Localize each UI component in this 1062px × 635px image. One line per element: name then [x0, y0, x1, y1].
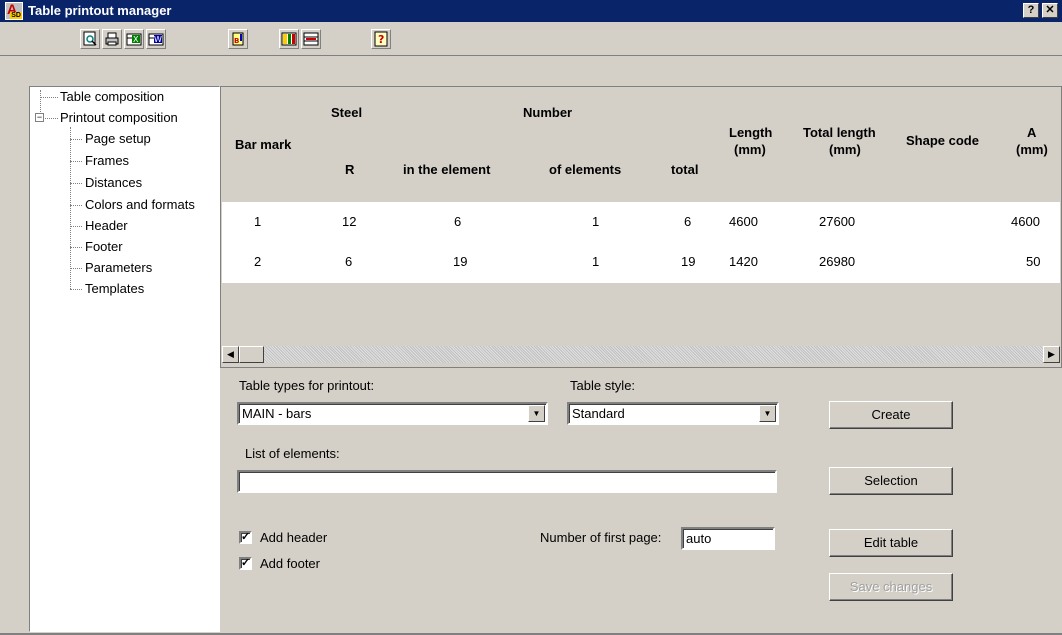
chevron-down-icon[interactable]: ▼: [528, 405, 545, 422]
selection-button[interactable]: Selection: [829, 467, 953, 495]
header-length: Length: [729, 125, 773, 140]
header-length-unit: (mm): [734, 142, 766, 157]
export-word-icon[interactable]: W: [146, 29, 166, 49]
tree-item-parameters[interactable]: Parameters: [85, 260, 152, 276]
navigation-tree[interactable]: Table composition − Printout composition…: [29, 86, 220, 632]
window-title: Table printout manager: [28, 3, 172, 18]
cell-bar-mark: 2: [254, 254, 262, 269]
tree-item-frames[interactable]: Frames: [85, 153, 129, 169]
cell-of-elements: 1: [592, 214, 600, 229]
table-row[interactable]: 1 12 6 1 6 4600 27600 4600: [222, 214, 1060, 234]
cell-a: 4600: [1011, 214, 1040, 229]
cell-in-element: 19: [453, 254, 468, 269]
header-a: A: [1027, 125, 1037, 140]
add-footer-checkbox[interactable]: ✓: [239, 557, 252, 570]
header-total: total: [671, 162, 699, 177]
print-preview-icon[interactable]: [80, 29, 100, 49]
table-types-label: Table types for printout:: [239, 378, 375, 393]
header-in-element: in the element: [403, 162, 491, 177]
cell-bar-mark: 1: [254, 214, 262, 229]
add-footer-label: Add footer: [260, 556, 320, 571]
cell-a: 50: [1026, 254, 1041, 269]
scroll-right-icon[interactable]: ▶: [1043, 346, 1060, 363]
export-excel-icon[interactable]: X: [124, 29, 144, 49]
cell-total-length: 26980: [819, 254, 856, 269]
save-changes-button[interactable]: Save changes: [829, 573, 953, 601]
tree-item-footer[interactable]: Footer: [85, 239, 123, 255]
tree-item-header[interactable]: Header: [85, 218, 128, 234]
cell-total-length: 27600: [819, 214, 856, 229]
add-header-label: Add header: [260, 530, 328, 545]
scroll-left-icon[interactable]: ◀: [222, 346, 239, 363]
first-page-label: Number of first page:: [540, 530, 662, 545]
table-types-dropdown[interactable]: MAIN - bars ▼: [237, 402, 548, 425]
chevron-down-icon[interactable]: ▼: [759, 405, 776, 422]
table-row[interactable]: 2 6 19 1 19 1420 26980 50: [222, 254, 1060, 274]
svg-text:?: ?: [378, 33, 384, 46]
table-style-value: Standard: [572, 406, 625, 421]
table-preview[interactable]: Steel Number Bar mark R in the element o…: [220, 86, 1062, 368]
cell-length: 4600: [729, 214, 758, 229]
header-number: Number: [523, 105, 573, 120]
cell-total: 19: [681, 254, 696, 269]
header-of-elements: of elements: [549, 162, 622, 177]
tree-item-printout-composition[interactable]: Printout composition: [60, 110, 178, 126]
svg-text:X: X: [133, 35, 139, 44]
table-style-label: Table style:: [570, 378, 636, 393]
header-total-length: Total length: [803, 125, 876, 140]
tree-item-templates[interactable]: Templates: [85, 281, 144, 297]
close-button[interactable]: ✕: [1042, 3, 1058, 18]
toolbar: X W B ?: [0, 22, 1062, 56]
header-a-unit: (mm): [1016, 142, 1048, 157]
header-bar-mark: Bar mark: [235, 137, 292, 152]
header-shape-code: Shape code: [906, 133, 979, 148]
svg-text:B: B: [234, 37, 239, 45]
horizontal-scrollbar[interactable]: ◀ ▶: [222, 346, 1060, 363]
scroll-thumb[interactable]: [239, 346, 264, 363]
collapse-icon[interactable]: −: [35, 113, 44, 122]
table-body: 1 12 6 1 6 4600 27600 4600 2 6 19 1 19 1…: [222, 202, 1060, 283]
cell-r: 6: [345, 254, 353, 269]
add-header-checkbox[interactable]: ✓: [239, 531, 252, 544]
help-title-button[interactable]: ?: [1023, 3, 1039, 18]
list-elements-label: List of elements:: [245, 446, 340, 461]
tree-item-page-setup[interactable]: Page setup: [85, 131, 151, 147]
edit-table-button[interactable]: Edit table: [829, 529, 953, 557]
create-button[interactable]: Create: [829, 401, 953, 429]
cell-of-elements: 1: [592, 254, 600, 269]
help-icon[interactable]: ?: [371, 29, 391, 49]
list-elements-input[interactable]: [237, 470, 777, 493]
tree-item-distances[interactable]: Distances: [85, 175, 142, 191]
cell-total: 6: [684, 214, 692, 229]
print-icon[interactable]: [102, 29, 122, 49]
table-types-value: MAIN - bars: [242, 406, 312, 421]
cell-length: 1420: [729, 254, 758, 269]
svg-text:W: W: [154, 35, 162, 44]
tree-item-table-composition[interactable]: Table composition: [60, 89, 164, 105]
title-bar[interactable]: A SD Table printout manager ? ✕: [0, 0, 1062, 22]
column-width-icon[interactable]: [301, 29, 321, 49]
header-total-length-unit: (mm): [829, 142, 861, 157]
table-format-icon[interactable]: [279, 29, 299, 49]
app-icon: A SD: [5, 1, 23, 20]
header-r: R: [345, 162, 355, 177]
cell-in-element: 6: [454, 214, 462, 229]
table-style-dropdown[interactable]: Standard ▼: [567, 402, 779, 425]
tree-item-colors-and-formats[interactable]: Colors and formats: [85, 197, 195, 213]
header-steel: Steel: [331, 105, 363, 120]
cell-r: 12: [342, 214, 357, 229]
first-page-input[interactable]: auto: [681, 527, 775, 550]
import-icon[interactable]: B: [228, 29, 248, 49]
